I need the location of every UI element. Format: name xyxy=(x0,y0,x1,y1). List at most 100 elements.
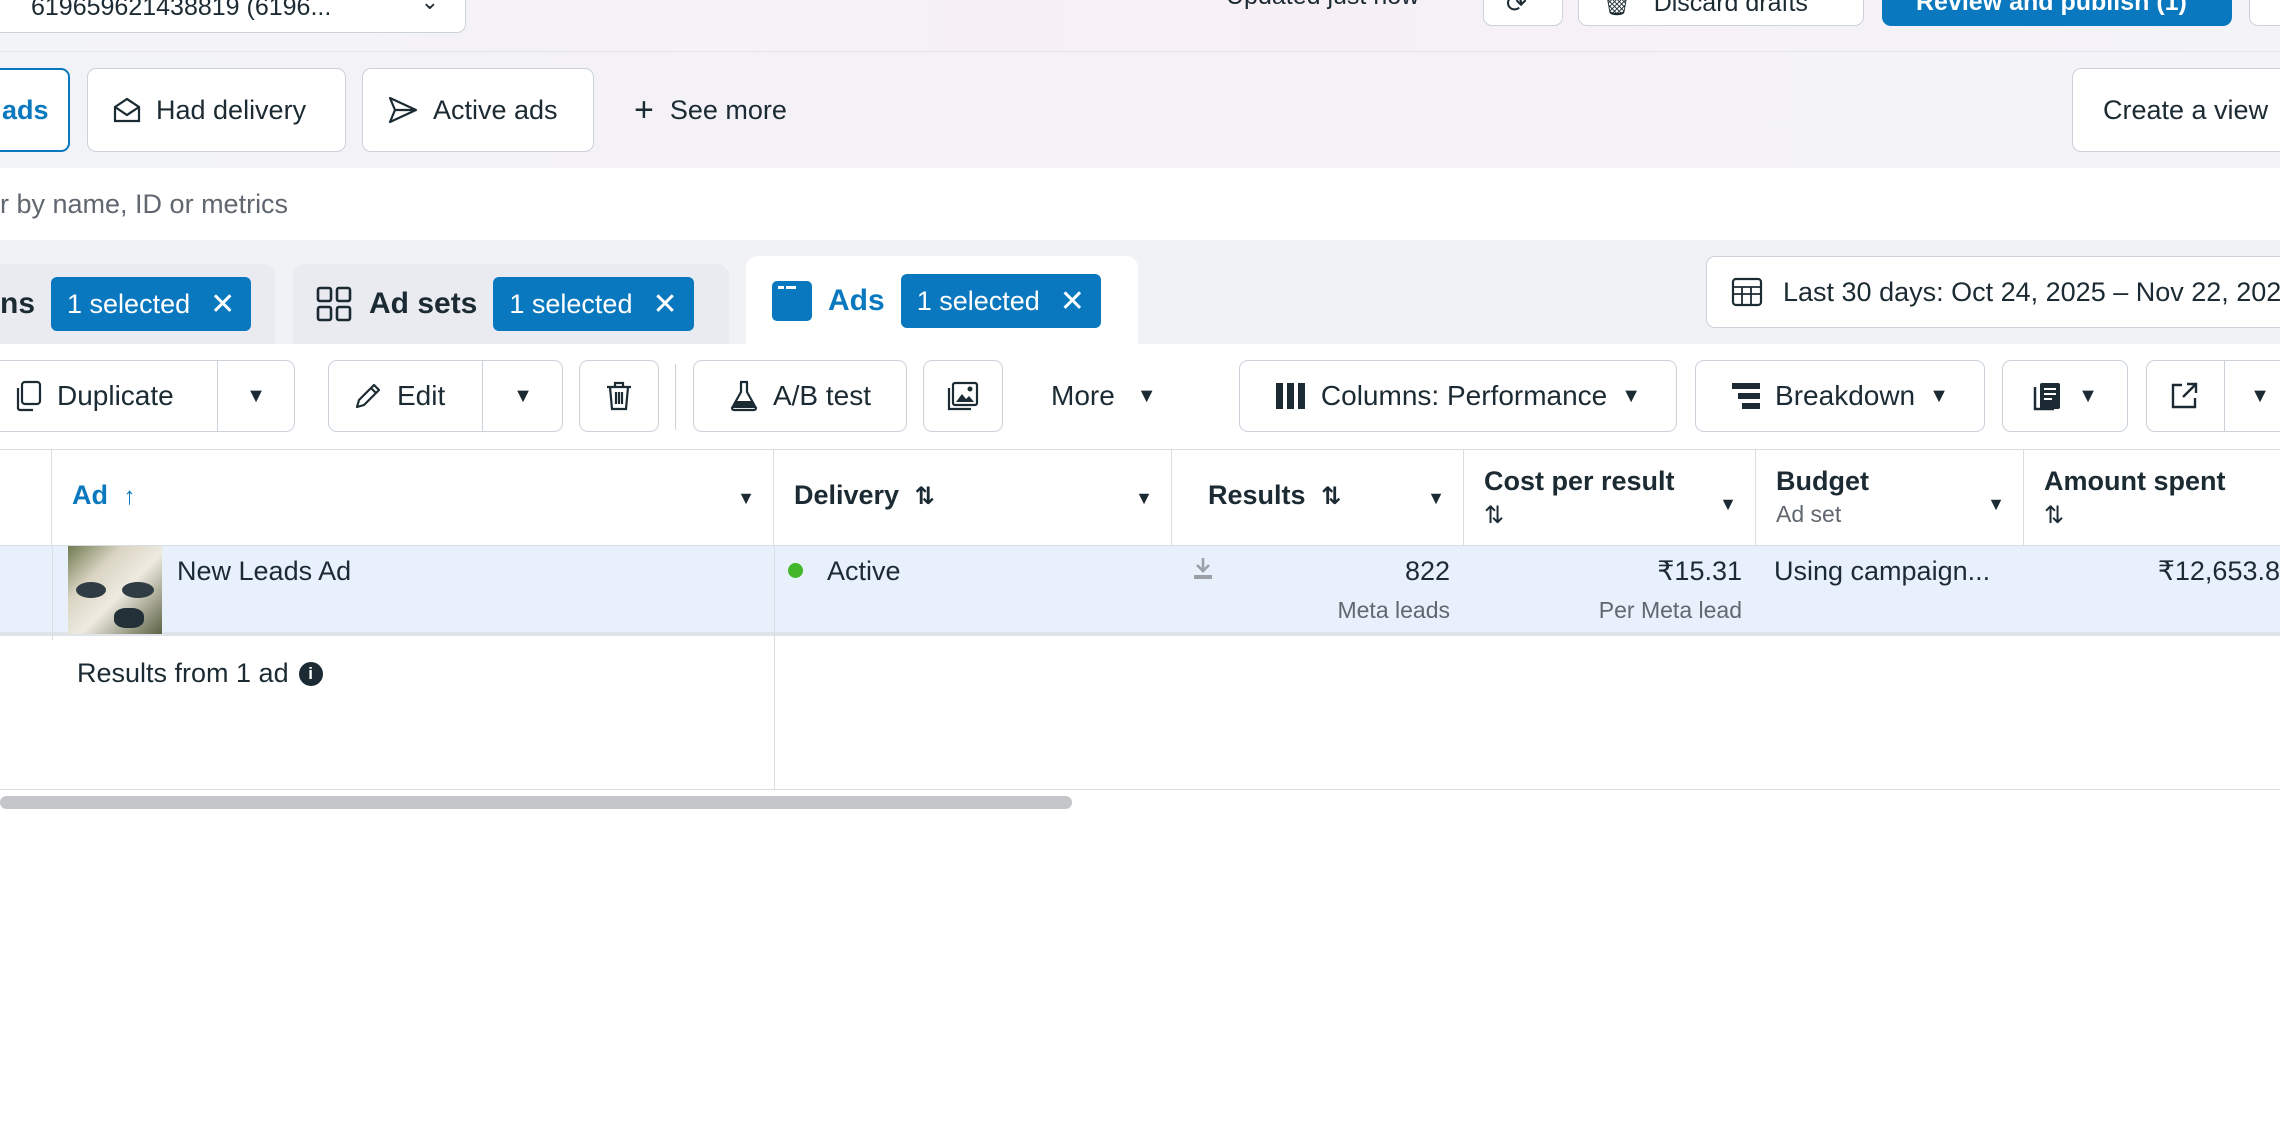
amount-spent-cell: ₹12,653.8 xyxy=(2040,546,2280,636)
account-label: 619659621438819 (6196... xyxy=(31,0,332,21)
caret-down-icon: ▼ xyxy=(1929,384,1949,407)
sort-icon: ⇅ xyxy=(914,483,935,510)
refresh-icon: ⟳ xyxy=(1506,0,1527,18)
caret-down-icon: ▼ xyxy=(246,384,266,407)
spent-value: ₹12,653.8 xyxy=(2157,556,2280,586)
column-header-delivery[interactable]: Delivery ⇅ ▼ xyxy=(774,450,1172,546)
caret-down-icon[interactable]: ▼ xyxy=(1135,488,1153,509)
column-header-budget[interactable]: Budget Ad set ▼ xyxy=(1756,450,2024,546)
tab-ad-sets-label: Ad sets xyxy=(369,287,478,320)
sort-icon: ⇅ xyxy=(1321,483,1342,510)
budget-cell: Using campaign... xyxy=(1774,546,2008,636)
edit-dropdown-button[interactable]: ▼ xyxy=(483,360,563,432)
cost-per-result-cell: ₹15.31 Per Meta lead xyxy=(1480,546,1742,636)
ad-name-cell[interactable]: New Leads Ad xyxy=(177,546,737,636)
updated-status: Updated just now xyxy=(1226,0,1419,11)
column-ad-label: Ad xyxy=(72,480,108,510)
ab-test-button[interactable]: A/B test xyxy=(693,360,907,432)
status-active-dot xyxy=(788,563,803,578)
columns-button[interactable]: Columns: Performance ▼ xyxy=(1239,360,1677,432)
column-budget-sublabel: Ad set xyxy=(1776,501,1842,527)
download-icon[interactable] xyxy=(1192,556,1214,580)
ad-name: New Leads Ad xyxy=(177,556,352,586)
discard-drafts-label: Discard drafts xyxy=(1653,0,1808,17)
results-cell: 822 Meta leads xyxy=(1226,546,1450,636)
caret-down-icon[interactable]: ▼ xyxy=(1987,494,2005,515)
column-header-ad[interactable]: Ad ↑ ▼ xyxy=(52,450,774,546)
header-overflow-button[interactable] xyxy=(2249,0,2280,26)
export-dropdown-button[interactable]: ▼ xyxy=(2230,360,2280,432)
column-cost-label: Cost per result xyxy=(1484,466,1675,496)
sort-icon: ⇅ xyxy=(1484,502,1505,529)
review-publish-label: Review and publish (1) xyxy=(1916,0,2187,16)
row-divider xyxy=(774,546,775,640)
summary-label: Results from 1 ad xyxy=(77,658,289,688)
caret-down-icon[interactable]: ▼ xyxy=(737,488,755,509)
column-results-label: Results xyxy=(1208,480,1306,510)
column-spent-label: Amount spent xyxy=(2044,466,2226,496)
date-range-label: Last 30 days: Oct 24, 2025 – Nov 22, 202… xyxy=(1783,276,2280,307)
chip-ads-label: ads xyxy=(2,94,49,125)
adsets-selected-badge[interactable]: 1 selected ✕ xyxy=(493,277,694,331)
info-icon[interactable]: i xyxy=(298,661,323,686)
reports-button[interactable]: ▼ xyxy=(2002,360,2128,432)
column-header-cost-per-result[interactable]: Cost per result ⇅ ▼ xyxy=(1464,450,1756,546)
chip-active-ads-label: Active ads xyxy=(433,94,558,125)
external-link-icon xyxy=(2169,381,2199,411)
tab-campaigns[interactable]: ns 1 selected ✕ xyxy=(0,264,275,344)
caret-down-icon[interactable]: ▼ xyxy=(1719,494,1737,515)
campaigns-selected-label: 1 selected xyxy=(67,288,191,319)
date-range-picker[interactable]: Last 30 days: Oct 24, 2025 – Nov 22, 202… xyxy=(1706,256,2280,328)
breakdown-button[interactable]: Breakdown ▼ xyxy=(1695,360,1985,432)
duplicate-label: Duplicate xyxy=(57,380,174,411)
creative-hub-button[interactable] xyxy=(923,360,1003,432)
delete-button[interactable] xyxy=(579,360,659,432)
search-input[interactable] xyxy=(0,168,1200,240)
chip-active-ads[interactable]: Active ads xyxy=(362,68,594,152)
chip-had-delivery[interactable]: Had delivery xyxy=(87,68,346,152)
close-icon[interactable]: ✕ xyxy=(652,287,677,322)
tab-ad-sets[interactable]: Ad sets 1 selected ✕ xyxy=(293,264,729,344)
ab-test-label: A/B test xyxy=(772,380,872,411)
summary-divider xyxy=(774,640,775,790)
column-header-results[interactable]: Results ⇅ ▼ xyxy=(1172,450,1464,546)
cost-type: Per Meta lead xyxy=(1598,597,1742,623)
column-select-all[interactable] xyxy=(0,450,52,546)
delivery-cell: Active xyxy=(788,546,1148,636)
budget-value: Using campaign... xyxy=(1774,556,1991,586)
more-button[interactable]: More ▼ xyxy=(1051,360,1157,432)
column-header-amount-spent[interactable]: Amount spent ⇅ xyxy=(2024,450,2280,546)
envelope-open-icon xyxy=(112,95,142,125)
caret-down-icon: ▼ xyxy=(2250,384,2270,407)
caret-down-icon[interactable]: ▼ xyxy=(1427,488,1445,509)
pencil-icon xyxy=(353,381,383,411)
summary-row xyxy=(0,640,2280,790)
tab-ads[interactable]: Ads 1 selected ✕ xyxy=(746,256,1138,346)
column-delivery-label: Delivery xyxy=(794,480,900,510)
close-icon[interactable]: ✕ xyxy=(210,287,235,322)
ads-selected-badge[interactable]: 1 selected ✕ xyxy=(900,274,1101,328)
close-icon[interactable]: ✕ xyxy=(1060,284,1085,319)
send-icon xyxy=(387,95,419,125)
breakdown-label: Breakdown xyxy=(1775,380,1916,411)
duplicate-icon xyxy=(13,380,43,412)
caret-down-icon: ▼ xyxy=(513,384,533,407)
campaigns-selected-badge[interactable]: 1 selected ✕ xyxy=(51,277,252,331)
breakdown-icon xyxy=(1731,381,1761,411)
tab-ads-label: Ads xyxy=(828,284,885,317)
toolbar-divider xyxy=(675,364,676,430)
refresh-button[interactable]: ⟳ xyxy=(1483,0,1563,26)
chip-ads[interactable]: ads xyxy=(0,68,70,152)
account-selector[interactable]: 619659621438819 (6196... ⌄ xyxy=(0,0,466,33)
create-view-button[interactable]: Create a view xyxy=(2072,68,2280,152)
review-publish-button[interactable]: Review and publish (1) xyxy=(1882,0,2232,26)
discard-drafts-button[interactable]: 🗑 Discard drafts xyxy=(1578,0,1864,26)
see-more-label: See more xyxy=(669,94,787,125)
columns-icon xyxy=(1275,382,1307,410)
duplicate-dropdown-button[interactable]: ▼ xyxy=(218,360,294,432)
see-more-button[interactable]: + See more xyxy=(634,68,787,152)
trash-icon: 🗑 xyxy=(1601,0,1633,17)
row-divider xyxy=(52,546,53,640)
ad-icon xyxy=(772,281,812,321)
horizontal-scrollbar[interactable] xyxy=(0,796,1072,809)
